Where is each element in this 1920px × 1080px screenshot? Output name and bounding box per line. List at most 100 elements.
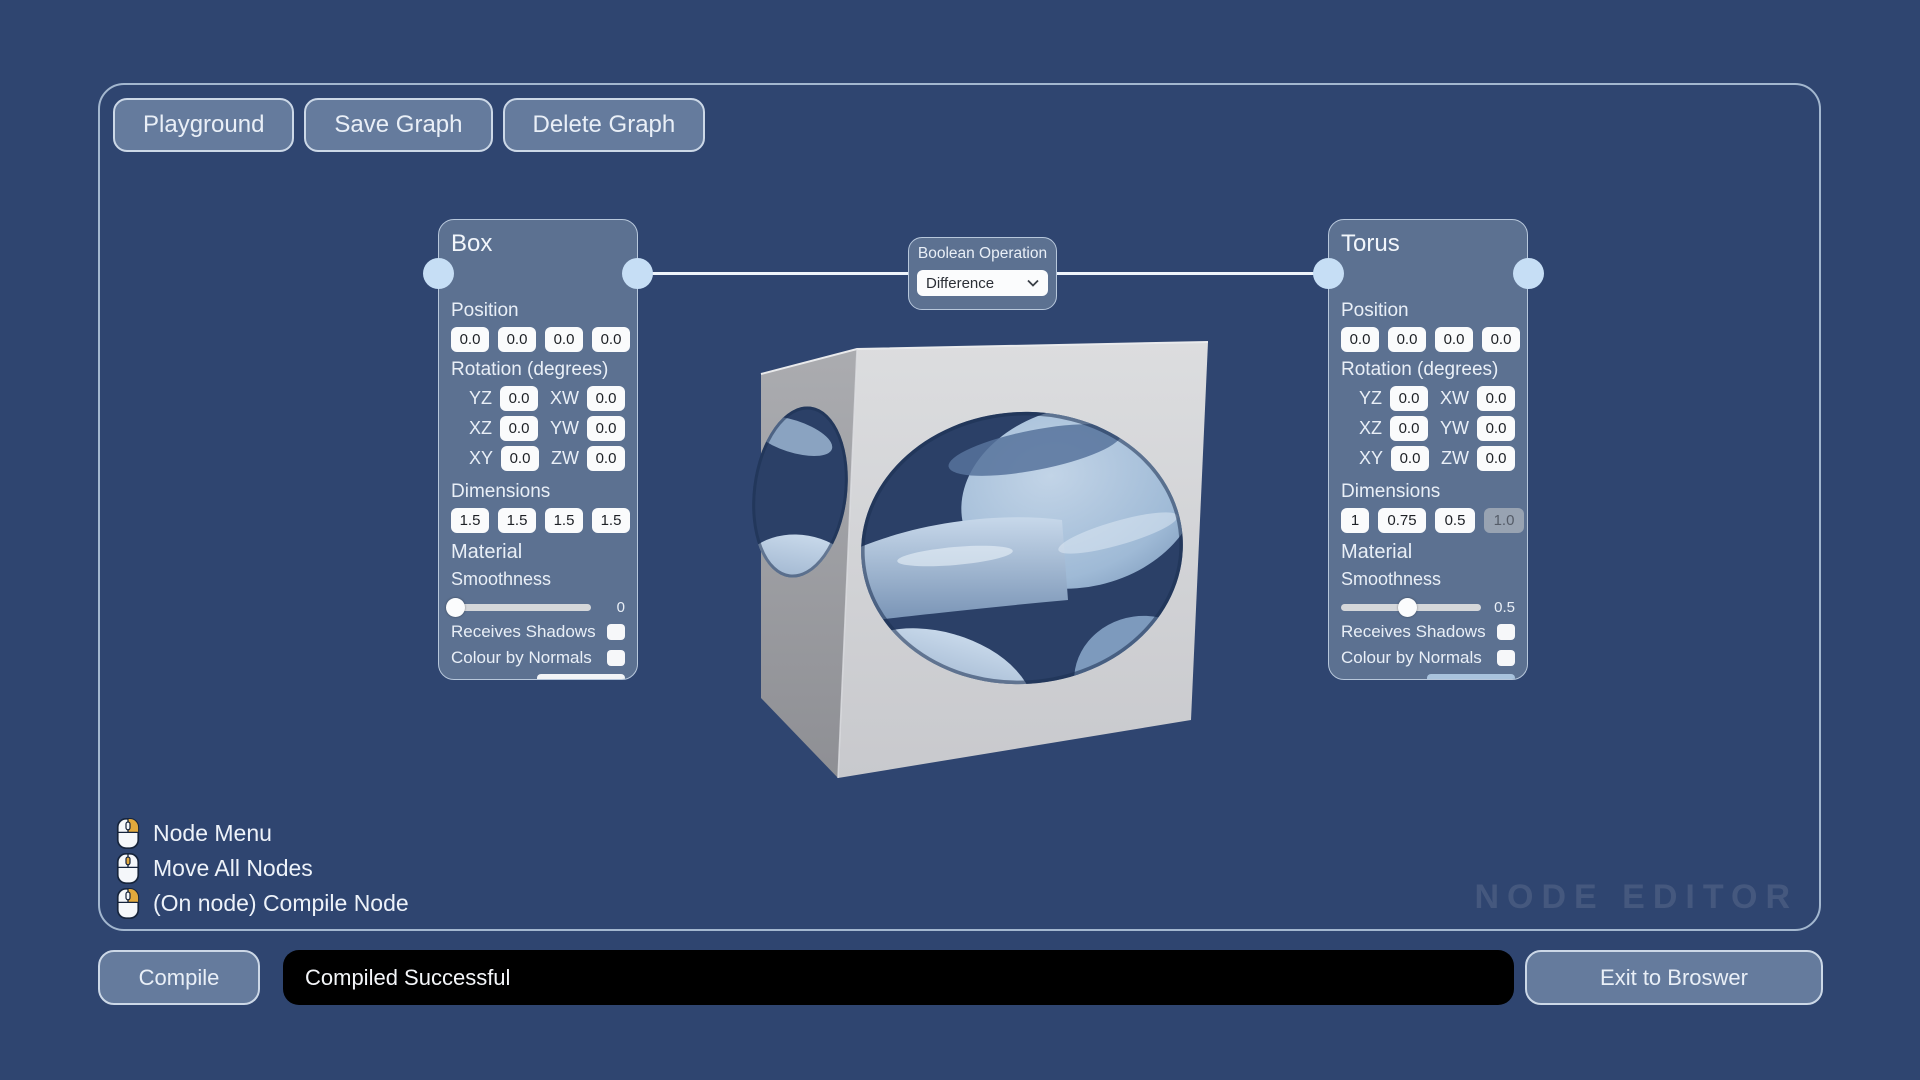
status-bar: Compiled Successful: [283, 950, 1514, 1005]
legend-item: Node Menu: [116, 816, 409, 851]
axis-label: YW: [550, 418, 580, 438]
receives-shadows-checkbox[interactable]: [1497, 624, 1515, 640]
slider-thumb[interactable]: [446, 598, 466, 617]
node-title: Torus: [1341, 230, 1400, 257]
operation-select[interactable]: Difference: [917, 270, 1048, 296]
dimension-input[interactable]: [1378, 508, 1426, 533]
position-label: Position: [451, 300, 519, 321]
rotation-row: XZ YW: [1341, 416, 1516, 441]
dimensions-fields: [1341, 508, 1524, 533]
rotation-input[interactable]: [501, 446, 540, 471]
exit-to-browser-button[interactable]: Exit to Broswer: [1525, 950, 1823, 1005]
save-graph-button[interactable]: Save Graph: [304, 98, 493, 152]
rotation-input[interactable]: [587, 446, 625, 471]
receives-shadows-row: Receives Shadows: [451, 622, 625, 642]
slider-track[interactable]: [446, 598, 591, 617]
rotation-input[interactable]: [1477, 386, 1516, 411]
colour-swatch[interactable]: [1427, 674, 1515, 679]
position-input[interactable]: [545, 327, 583, 352]
receives-shadows-label: Receives Shadows: [1341, 622, 1486, 641]
colour-by-normals-checkbox[interactable]: [1497, 650, 1515, 666]
rotation-input[interactable]: [1390, 416, 1429, 441]
rotation-label: Rotation (degrees): [451, 359, 609, 380]
colour-label: Colour: [1341, 677, 1427, 680]
torus-output-connector[interactable]: [1513, 258, 1544, 289]
material-label: Material: [1341, 541, 1413, 563]
rotation-input[interactable]: [500, 386, 539, 411]
box-node[interactable]: Box Position Rotation (degrees) YZ XW XZ…: [438, 219, 638, 680]
axis-label: XZ: [469, 418, 493, 438]
colour-row: Colour: [451, 674, 625, 680]
axis-label: XY: [469, 448, 494, 468]
rotation-input[interactable]: [587, 386, 626, 411]
position-input[interactable]: [1482, 327, 1520, 352]
axis-label: YW: [1440, 418, 1470, 438]
boolean-operation-title: Boolean Operation: [917, 245, 1048, 262]
colour-by-normals-label: Colour by Normals: [1341, 648, 1482, 667]
position-input[interactable]: [1388, 327, 1426, 352]
legend-label: Move All Nodes: [153, 855, 313, 881]
position-input[interactable]: [451, 327, 489, 352]
dimension-input[interactable]: [1341, 508, 1369, 533]
playground-button[interactable]: Playground: [113, 98, 295, 152]
chevron-down-icon: [1027, 279, 1039, 287]
torus-input-connector[interactable]: [1313, 258, 1344, 289]
smoothness-slider[interactable]: 0: [446, 598, 625, 617]
legend-label: Node Menu: [153, 820, 272, 846]
axis-label: XZ: [1359, 418, 1383, 438]
dimension-input[interactable]: [592, 508, 630, 533]
boolean-operation-node[interactable]: Boolean Operation Difference: [908, 237, 1057, 310]
mouse-right-click-icon: [116, 888, 140, 919]
rotation-input[interactable]: [500, 416, 539, 441]
smoothness-slider[interactable]: 0.5: [1341, 598, 1515, 617]
colour-swatch[interactable]: [537, 674, 625, 679]
colour-by-normals-row: Colour by Normals: [1341, 648, 1515, 668]
torus-node[interactable]: Torus Position Rotation (degrees) YZ XW …: [1328, 219, 1528, 680]
rotation-row: XY ZW: [1341, 446, 1515, 471]
dimension-input[interactable]: [545, 508, 583, 533]
axis-label: XY: [1359, 448, 1384, 468]
axis-label: YZ: [1359, 388, 1383, 408]
colour-by-normals-checkbox[interactable]: [607, 650, 625, 666]
axis-label: ZW: [1441, 448, 1469, 468]
legend: Node Menu Move All Nodes (On node) Compi…: [116, 816, 409, 921]
colour-by-normals-label: Colour by Normals: [451, 648, 592, 667]
rotation-input[interactable]: [1391, 446, 1430, 471]
position-fields: [1341, 327, 1520, 352]
rotation-input[interactable]: [1390, 386, 1429, 411]
operation-selected-value: Difference: [926, 274, 995, 292]
legend-item: (On node) Compile Node: [116, 886, 409, 921]
rotation-label: Rotation (degrees): [1341, 359, 1499, 380]
rotation-row: XZ YW: [451, 416, 626, 441]
position-input[interactable]: [592, 327, 630, 352]
rotation-input[interactable]: [587, 416, 626, 441]
position-input[interactable]: [1435, 327, 1473, 352]
position-input[interactable]: [498, 327, 536, 352]
axis-label: ZW: [551, 448, 579, 468]
position-fields: [451, 327, 630, 352]
rotation-row: XY ZW: [451, 446, 625, 471]
box-input-connector[interactable]: [423, 258, 454, 289]
axis-label: XW: [1440, 388, 1470, 408]
box-output-connector[interactable]: [622, 258, 653, 289]
colour-label: Colour: [451, 677, 537, 680]
receives-shadows-row: Receives Shadows: [1341, 622, 1515, 642]
rotation-input[interactable]: [1477, 446, 1515, 471]
compile-button[interactable]: Compile: [98, 950, 260, 1005]
axis-label: XW: [550, 388, 580, 408]
rotation-row: YZ XW: [451, 386, 626, 411]
dimension-input[interactable]: [1435, 508, 1475, 533]
mouse-right-click-icon: [116, 818, 140, 849]
dimension-input[interactable]: [498, 508, 536, 533]
rotation-input[interactable]: [1477, 416, 1516, 441]
slider-track[interactable]: [1341, 598, 1481, 617]
delete-graph-button[interactable]: Delete Graph: [502, 98, 706, 152]
slider-thumb[interactable]: [1397, 598, 1417, 617]
smoothness-value: 0.5: [1494, 599, 1515, 616]
dimensions-fields: [451, 508, 630, 533]
position-input[interactable]: [1341, 327, 1379, 352]
dimension-input[interactable]: [451, 508, 489, 533]
legend-item: Move All Nodes: [116, 851, 409, 886]
smoothness-label: Smoothness: [451, 569, 552, 589]
receives-shadows-checkbox[interactable]: [607, 624, 625, 640]
